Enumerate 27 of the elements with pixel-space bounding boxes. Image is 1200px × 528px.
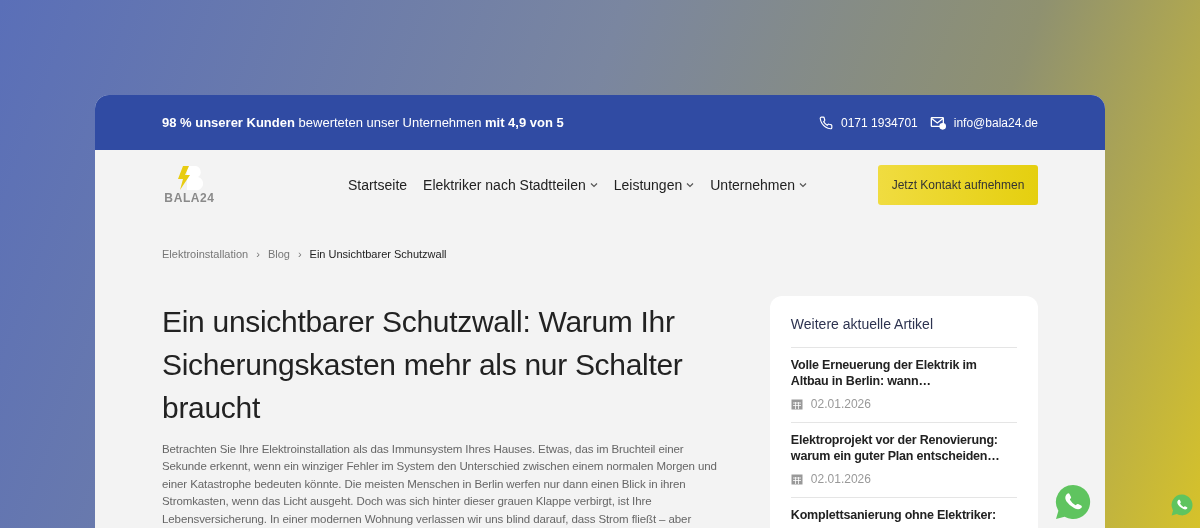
whatsapp-icon[interactable] [1171,494,1193,516]
nav-link[interactable]: Leistungen [613,174,695,196]
breadcrumb-link[interactable]: Elektroinstallation [162,246,249,263]
breadcrumb-current: Ein Unsichtbarer Schutzwall [309,247,447,262]
article-link[interactable]: Komplettsanierung ohne Elektriker: [790,506,1017,523]
calendar-icon [790,397,803,410]
breadcrumb-link[interactable]: Blog [267,246,290,263]
breadcrumb-separator: › [256,247,260,262]
email-link[interactable]: info@bala24.de [953,113,1038,132]
calendar-icon [790,472,803,485]
breadcrumb-separator: › [297,247,302,262]
whatsapp-icon[interactable] [1055,484,1091,520]
mail-icon [929,115,946,130]
article-date: 02.01.2026 [810,395,871,413]
article-date: 02.01.2026 [810,470,871,488]
nav-link[interactable]: Elektriker nach Stadtteilen [423,174,598,196]
rating-text: 98 % unserer Kunden bewerteten unser Unternehmen mit 4,9 von 5 [162,113,564,132]
article-paragraph: Betrachten Sie Ihre Elektroinstallation als das Immunsystem Ihres Hauses. Etwas, das im Bruchteil einer Sekunde erkennt, wenn ein winziger Fehler im System den Unterschied zwischen einem normalen Morgen und einer Katastrophe bedeuten könnte. Die meisten Menschen in Berlin werfen nur dann einen Blick in ihren Stromkasten, wenn das Licht ausgeht. Doch was sich hinter dieser grauen Klappe verbirgt, ist Ihre Lebensversicherung. In einer modernen Wohnung verlassen wir uns blind darauf, dass Strom fließt – aber [162,441,718,527]
article-link[interactable]: Elektroprojekt vor der Renovierung: warum ein guter Plan entscheiden… [790,431,1017,464]
phone-icon [819,115,833,130]
article-link[interactable]: Volle Erneuerung der Elektrik im Altbau in Berlin: wann… [790,356,1017,389]
contact-button[interactable]: Jetzt Kontakt aufnehmen [878,165,1038,205]
phone-link[interactable]: 0171 1934701 [841,113,918,132]
sidebar-title: Weitere aktuelle Artikel [790,313,1017,348]
nav-link[interactable]: Unternehmen [710,174,808,196]
article-title: Ein unsichtbarer Schutzwall: Warum Ihr Sicherungskasten mehr als nur Schalter braucht [162,303,684,426]
nav-link[interactable]: Startseite [347,174,408,196]
